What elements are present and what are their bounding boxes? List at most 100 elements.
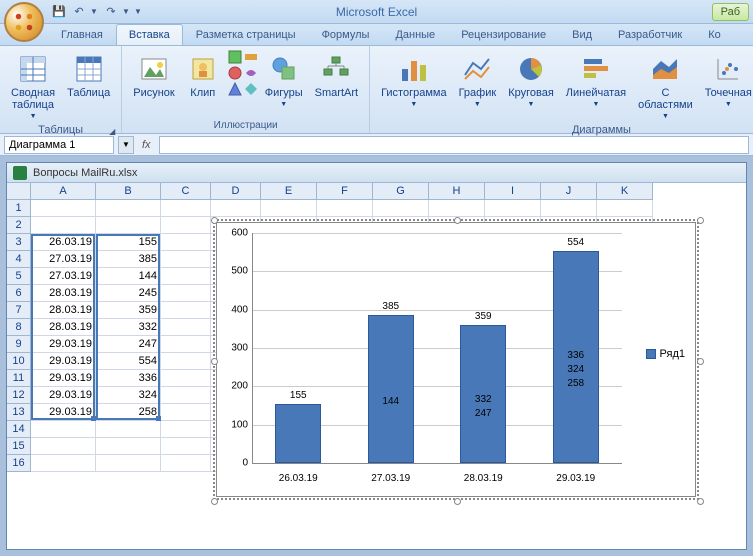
tab-вид[interactable]: Вид	[559, 24, 605, 45]
row-header[interactable]: 9	[7, 336, 31, 353]
row-header[interactable]: 8	[7, 319, 31, 336]
tab-формулы[interactable]: Формулы	[309, 24, 383, 45]
row-header[interactable]: 1	[7, 200, 31, 217]
cell[interactable]	[317, 200, 373, 217]
cell[interactable]: 29.03.19	[31, 404, 96, 421]
cell[interactable]	[96, 455, 161, 472]
column-header[interactable]: F	[317, 183, 373, 200]
cell[interactable]	[31, 200, 96, 217]
cell[interactable]: 554	[96, 353, 161, 370]
cell[interactable]	[31, 455, 96, 472]
cell[interactable]	[161, 455, 211, 472]
name-box-dropdown[interactable]: ▼	[118, 136, 134, 154]
column-header[interactable]: K	[597, 183, 653, 200]
row-header[interactable]: 10	[7, 353, 31, 370]
area-chart-button[interactable]: С областями ▼	[633, 50, 698, 123]
clip-button[interactable]: Клип	[182, 50, 224, 102]
cell[interactable]	[429, 200, 485, 217]
row-header[interactable]: 7	[7, 302, 31, 319]
select-all-button[interactable]	[7, 183, 31, 200]
shape4-icon[interactable]	[244, 50, 258, 64]
cell[interactable]	[96, 200, 161, 217]
cell[interactable]	[261, 200, 317, 217]
cell[interactable]: 144	[96, 268, 161, 285]
row-header[interactable]: 15	[7, 438, 31, 455]
cell[interactable]	[161, 200, 211, 217]
cell[interactable]: 27.03.19	[31, 268, 96, 285]
column-header[interactable]: E	[261, 183, 317, 200]
chart-resize-handle[interactable]	[697, 498, 704, 505]
row-header[interactable]: 12	[7, 387, 31, 404]
cell[interactable]: 332	[96, 319, 161, 336]
cell[interactable]	[96, 438, 161, 455]
chart-resize-handle[interactable]	[211, 498, 218, 505]
cell[interactable]: 27.03.19	[31, 251, 96, 268]
chart-resize-handle[interactable]	[454, 498, 461, 505]
shape1-icon[interactable]	[228, 50, 242, 64]
undo-dropdown[interactable]: ▼	[90, 7, 100, 16]
cell[interactable]: 28.03.19	[31, 302, 96, 319]
tab-ко[interactable]: Ко	[695, 24, 734, 45]
cell[interactable]: 385	[96, 251, 161, 268]
cell[interactable]	[211, 200, 261, 217]
chart-plot-area[interactable]: 010020030040050060015526.03.1938514427.0…	[252, 233, 622, 463]
chart-legend[interactable]: Ряд1	[646, 348, 685, 360]
column-header[interactable]: G	[373, 183, 429, 200]
row-header[interactable]: 4	[7, 251, 31, 268]
cell[interactable]	[161, 438, 211, 455]
cell[interactable]: 155	[96, 234, 161, 251]
cell[interactable]	[485, 200, 541, 217]
table-button[interactable]: Таблица	[62, 50, 115, 102]
column-header[interactable]: J	[541, 183, 597, 200]
cell[interactable]	[161, 302, 211, 319]
cell[interactable]	[161, 268, 211, 285]
cell[interactable]	[161, 404, 211, 421]
pie-chart-button[interactable]: Круговая ▼	[503, 50, 559, 111]
undo-icon[interactable]: ↶	[70, 3, 88, 21]
row-header[interactable]: 14	[7, 421, 31, 438]
cell[interactable]: 258	[96, 404, 161, 421]
cell[interactable]	[96, 421, 161, 438]
cell[interactable]: 29.03.19	[31, 353, 96, 370]
cell[interactable]: 336	[96, 370, 161, 387]
cell[interactable]: 28.03.19	[31, 319, 96, 336]
smartart-button[interactable]: SmartArt	[310, 50, 363, 102]
column-header[interactable]: D	[211, 183, 261, 200]
cell[interactable]	[373, 200, 429, 217]
row-header[interactable]: 6	[7, 285, 31, 302]
shapes-button[interactable]: Фигуры ▼	[260, 50, 308, 111]
chart-bar[interactable]	[368, 315, 414, 463]
cell[interactable]: 245	[96, 285, 161, 302]
cell[interactable]: 29.03.19	[31, 387, 96, 404]
name-box[interactable]: Диаграмма 1	[4, 136, 114, 154]
cell[interactable]: 28.03.19	[31, 285, 96, 302]
shape3-icon[interactable]	[228, 82, 242, 96]
redo-icon[interactable]: ↷	[102, 3, 120, 21]
column-chart-button[interactable]: Гистограмма ▼	[376, 50, 452, 111]
cell[interactable]	[541, 200, 597, 217]
shape5-icon[interactable]	[244, 66, 258, 80]
fx-icon[interactable]: fx	[142, 139, 151, 151]
row-header[interactable]: 13	[7, 404, 31, 421]
cell[interactable]	[161, 370, 211, 387]
cell[interactable]	[31, 438, 96, 455]
chart-object[interactable]: 010020030040050060015526.03.1938514427.0…	[216, 222, 696, 497]
office-button[interactable]	[4, 2, 44, 42]
shape2-icon[interactable]	[228, 66, 242, 80]
rab-button[interactable]: Раб	[712, 3, 749, 21]
pivot-table-button[interactable]: Сводная таблица ▼	[6, 50, 60, 123]
chart-resize-handle[interactable]	[697, 358, 704, 365]
cell[interactable]	[161, 251, 211, 268]
chart-bar[interactable]	[275, 404, 321, 463]
row-header[interactable]: 2	[7, 217, 31, 234]
tab-вставка[interactable]: Вставка	[116, 24, 183, 45]
cell[interactable]	[161, 421, 211, 438]
workbook-titlebar[interactable]: Вопросы MailRu.xlsx	[7, 163, 746, 183]
row-header[interactable]: 11	[7, 370, 31, 387]
cell[interactable]	[161, 217, 211, 234]
cell[interactable]: 247	[96, 336, 161, 353]
cell[interactable]	[161, 387, 211, 404]
row-header[interactable]: 5	[7, 268, 31, 285]
tab-рецензирование[interactable]: Рецензирование	[448, 24, 559, 45]
cell[interactable]	[31, 421, 96, 438]
